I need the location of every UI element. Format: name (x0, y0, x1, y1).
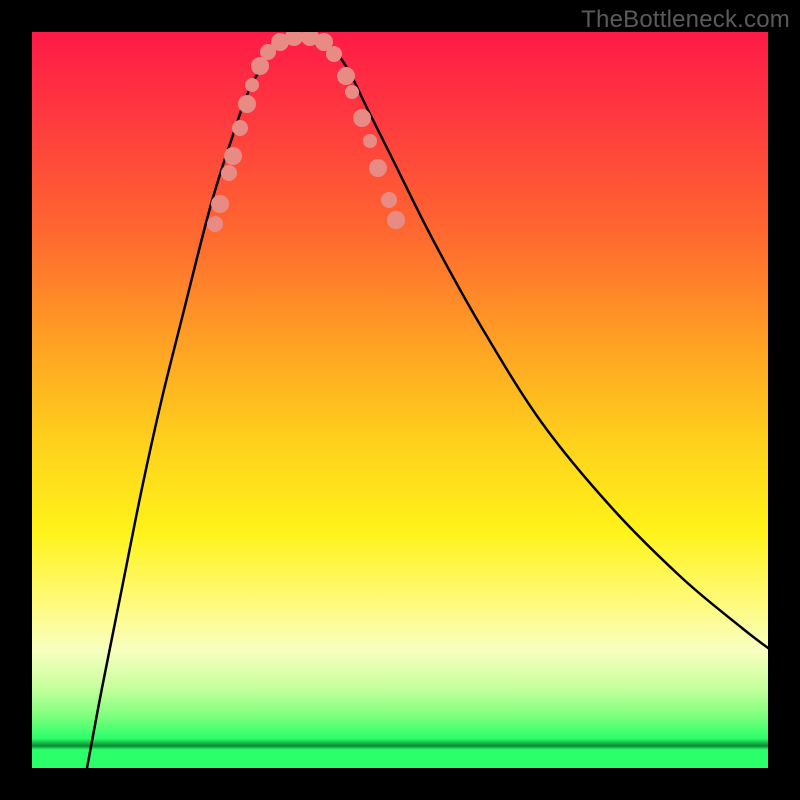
bottleneck-curve (87, 35, 768, 768)
data-marker (224, 147, 242, 165)
data-marker (221, 165, 237, 181)
data-marker (207, 216, 223, 232)
data-marker (232, 120, 248, 136)
marker-cluster (207, 32, 405, 232)
data-marker (211, 195, 229, 213)
data-marker (245, 78, 259, 92)
data-marker (387, 211, 405, 229)
data-marker (381, 192, 397, 208)
data-marker (353, 109, 371, 127)
chart-frame: TheBottleneck.com (0, 0, 800, 800)
data-marker (369, 159, 387, 177)
data-marker (363, 134, 377, 148)
plot-area (32, 32, 768, 768)
chart-svg (32, 32, 768, 768)
data-marker (326, 46, 342, 62)
data-marker (345, 85, 359, 99)
watermark-text: TheBottleneck.com (581, 6, 790, 34)
data-marker (238, 95, 256, 113)
series-lines (87, 35, 768, 768)
data-marker (337, 67, 355, 85)
